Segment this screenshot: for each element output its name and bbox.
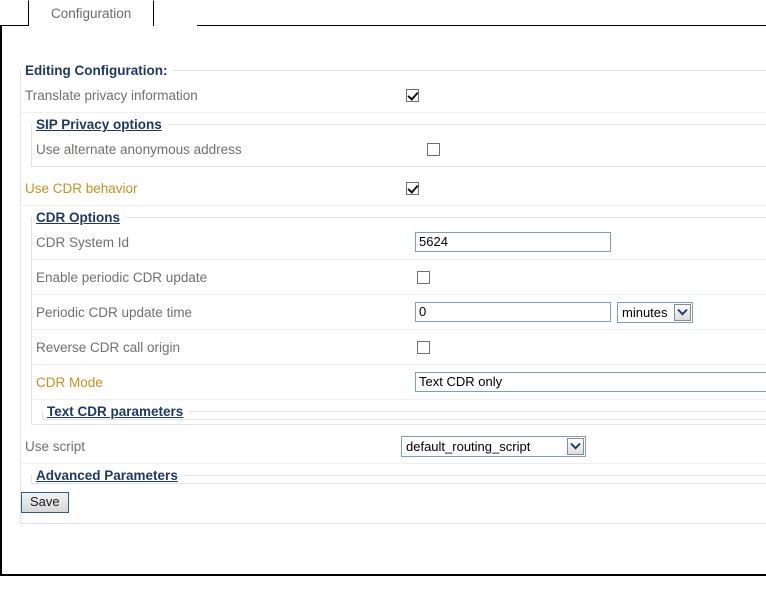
text-cdr-parameters-fieldset: Text CDR parameters: [42, 404, 766, 420]
cdr-system-id-label: CDR System Id: [36, 234, 130, 250]
save-button[interactable]: Save: [21, 492, 69, 513]
periodic-cdr-update-time-input[interactable]: 0: [415, 302, 611, 322]
row-use-script: Use script default_routing_script: [21, 429, 766, 464]
row-use-cdr-behavior: Use CDR behavior: [21, 171, 766, 206]
translate-privacy-information-checkbox[interactable]: [406, 88, 419, 102]
tab-configuration-label: Configuration: [51, 6, 132, 21]
translate-privacy-information-label: Translate privacy information: [25, 87, 198, 103]
chevron-down-icon: [567, 437, 584, 455]
tab-strip: Configuration: [0, 0, 766, 26]
row-reverse-cdr-call-origin: Reverse CDR call origin: [32, 330, 766, 365]
row-cdr-mode: CDR Mode Text CDR only: [32, 365, 766, 400]
cdr-mode-select[interactable]: Text CDR only: [415, 372, 766, 392]
advanced-parameters-legend: Advanced Parameters: [36, 468, 178, 483]
enable-periodic-cdr-update-label: Enable periodic CDR update: [36, 269, 208, 285]
row-cdr-system-id: CDR System Id 5624: [32, 225, 766, 260]
periodic-cdr-update-time-unit-select[interactable]: minutes: [617, 301, 693, 323]
cdr-options-fieldset: CDR Options CDR System Id 5624 Enable pe…: [31, 210, 766, 425]
reverse-cdr-call-origin-label: Reverse CDR call origin: [36, 339, 181, 355]
configuration-panel: Editing Configuration: Translate privacy…: [0, 26, 766, 574]
panel-bottom-border: [0, 574, 766, 576]
editing-configuration-fieldset: Editing Configuration: Translate privacy…: [20, 63, 766, 524]
cdr-mode-label: CDR Mode: [36, 374, 103, 390]
use-script-selected-value: default_routing_script: [406, 438, 531, 454]
use-cdr-behavior-checkbox[interactable]: [406, 181, 419, 195]
periodic-cdr-update-time-label: Periodic CDR update time: [36, 304, 193, 320]
tab-configuration[interactable]: Configuration: [28, 0, 155, 26]
row-enable-periodic-cdr-update: Enable periodic CDR update: [32, 260, 766, 295]
advanced-parameters-fieldset: Advanced Parameters: [31, 468, 766, 484]
use-script-select[interactable]: default_routing_script: [401, 435, 586, 457]
sip-privacy-options-legend: SIP Privacy options: [36, 117, 162, 132]
periodic-cdr-update-time-unit-value: minutes: [622, 304, 668, 320]
use-cdr-behavior-label: Use CDR behavior: [25, 180, 138, 196]
chevron-down-icon: [673, 303, 691, 321]
text-cdr-parameters-legend: Text CDR parameters: [47, 404, 184, 419]
save-row: Save: [21, 488, 766, 519]
editing-configuration-legend: Editing Configuration:: [25, 63, 168, 78]
sip-privacy-options-fieldset: SIP Privacy options Use alternate anonym…: [31, 117, 766, 167]
row-translate-privacy-information: Translate privacy information: [21, 78, 766, 113]
use-alternate-anonymous-address-checkbox[interactable]: [427, 142, 440, 156]
use-script-label: Use script: [25, 438, 86, 454]
use-alternate-anonymous-address-label: Use alternate anonymous address: [36, 141, 242, 157]
row-use-alternate-anonymous-address: Use alternate anonymous address: [32, 132, 766, 166]
reverse-cdr-call-origin-checkbox[interactable]: [417, 340, 430, 354]
row-periodic-cdr-update-time: Periodic CDR update time 0 minutes: [32, 295, 766, 330]
enable-periodic-cdr-update-checkbox[interactable]: [417, 270, 430, 284]
cdr-system-id-input[interactable]: 5624: [415, 232, 611, 252]
cdr-options-legend: CDR Options: [36, 210, 120, 225]
